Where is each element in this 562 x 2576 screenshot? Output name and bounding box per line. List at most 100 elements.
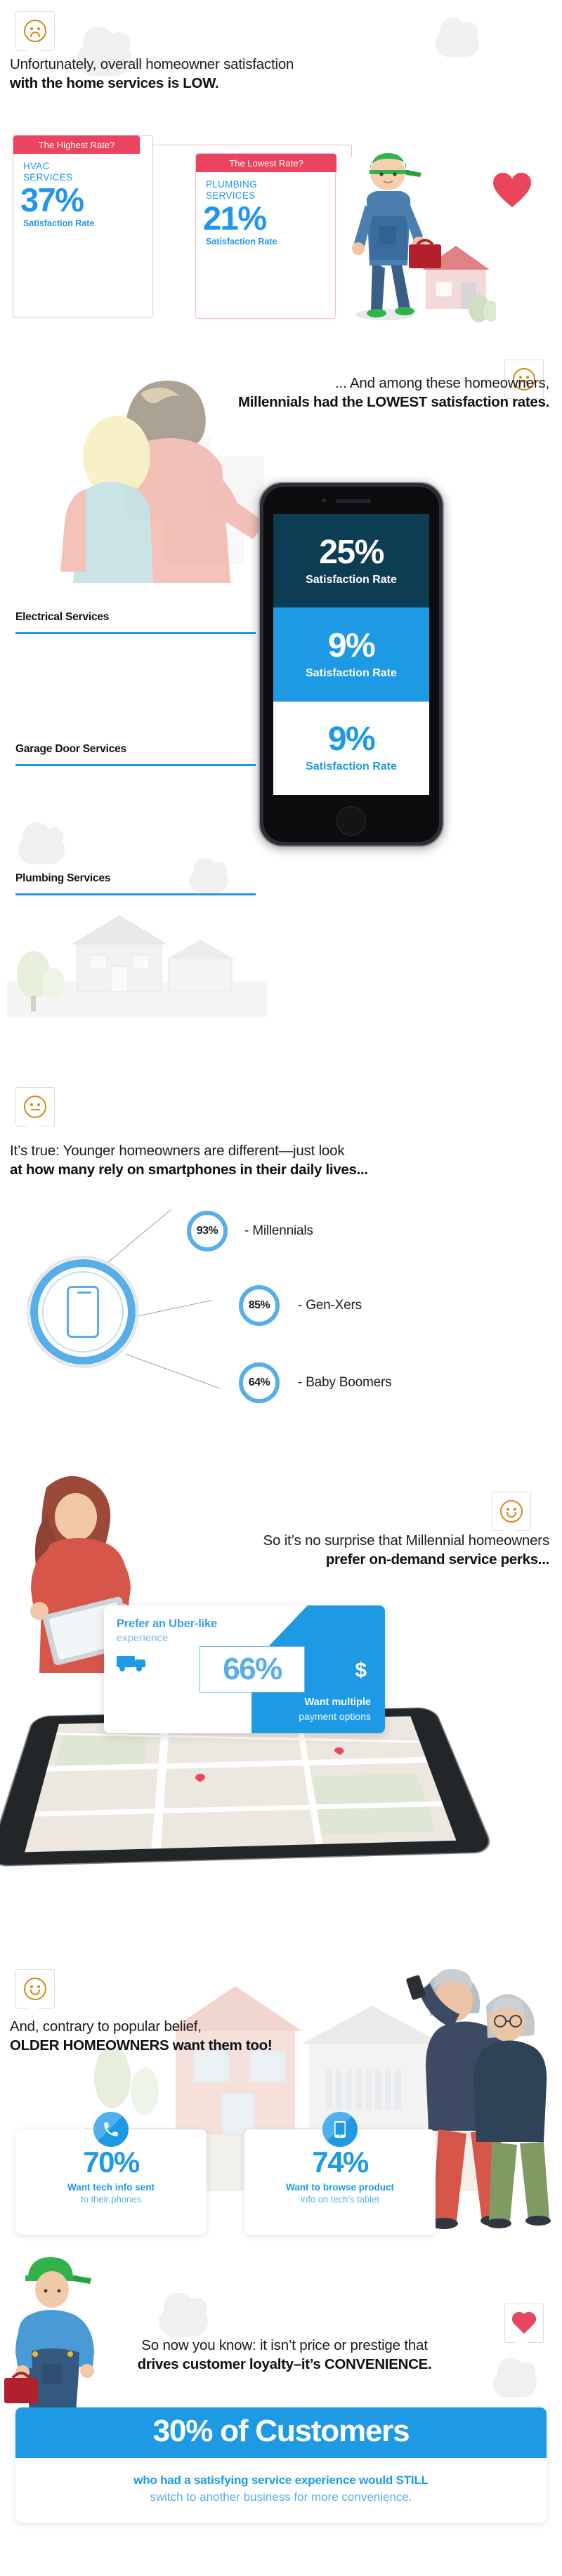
map-pin-icon [332, 1746, 346, 1755]
uber-card-value-box: 66% [200, 1646, 305, 1693]
phone-speaker-icon [336, 499, 371, 503]
cloud-decoration [435, 18, 480, 58]
tech-card-phone-line1: Want tech info sent [67, 2182, 155, 2193]
uber-card-title: Prefer an Uber-like [117, 1617, 217, 1630]
uber-card-value: 66% [223, 1652, 282, 1686]
phone-home-button[interactable] [336, 806, 366, 836]
emoji-badge-frown-1 [15, 11, 55, 56]
uber-like-stat-card: Prefer an Uber-like experience 66% $ Wan… [104, 1605, 385, 1733]
neutral-face-icon [24, 1096, 46, 1118]
bubble-boomers: 64% [239, 1362, 280, 1403]
smartphone-hub-graphic [27, 1256, 139, 1368]
map-park-area [311, 1773, 436, 1835]
service-label-electrical: Electrical Services [15, 611, 110, 623]
frowning-face-icon [24, 20, 46, 42]
infographic-page: Unfortunately, overall homeowner satisfa… [0, 0, 562, 2576]
houses-illustration [7, 915, 267, 1017]
bubble-label-boomers: - Baby Boomers [298, 1375, 392, 1390]
map-road [34, 1801, 444, 1817]
card-connector-drop [351, 145, 352, 157]
service-label-garage: Garage Door Services [15, 743, 126, 755]
tech-card-phone: 70% Want tech info sent to their phones [15, 2112, 207, 2235]
section4-headline: So it’s no surprise that Millennial home… [100, 1531, 550, 1569]
section3-line1: It’s true: Younger homeowners are differ… [10, 1143, 345, 1159]
section1-line2: with the home services is LOW. [10, 75, 219, 92]
phone-stat-plumbing-value: 9% [327, 721, 376, 758]
phone-stat-electrical-value: 25% [319, 533, 384, 571]
service-rule-garage [15, 764, 256, 766]
smiling-face-icon [24, 1978, 46, 2000]
service-rule-electrical [15, 632, 256, 634]
bubble-label-millennials: - Millennials [244, 1223, 313, 1238]
cloud-decoration [492, 2358, 537, 2398]
rate-card-hvac-service: HVAC SERVICES [23, 161, 73, 183]
phone-camera-icon [322, 498, 327, 503]
technician-illustration-2 [4, 2257, 94, 2413]
section6-line2: drives customer loyalty–it’s CONVENIENCE… [137, 2356, 432, 2373]
section5-headline: And, contrary to popular belief, OLDER H… [10, 2017, 459, 2055]
bubble-millennials: 93% [187, 1211, 228, 1251]
map-road [151, 1721, 170, 1849]
service-label-plumbing: Plumbing Services [15, 872, 111, 884]
leader-line-boomers [126, 1354, 221, 1389]
uber-card-want-line2: payment options [299, 1711, 371, 1722]
bubble-genxers: 85% [239, 1285, 280, 1326]
heart-icon [513, 2312, 535, 2334]
map-surface [25, 1716, 457, 1853]
rate-card-plumbing-caption: Satisfaction Rate [206, 237, 277, 247]
section2-line1: ... And among these homeowners, [335, 375, 549, 391]
emoji-badge-smile-2 [15, 1969, 55, 2014]
rate-card-hvac: The Highest Rate? HVAC SERVICES 37% Sati… [13, 135, 153, 317]
section4-line2: prefer on-demand service perks... [325, 1551, 550, 1568]
section1-line1: Unfortunately, overall homeowner satisfa… [10, 56, 294, 72]
tech-card-tablet-line2: info on tech’s tablet [301, 2194, 379, 2204]
final-banner-headline: 30% of Customers [15, 2407, 547, 2458]
final-banner-body-line1: who had a satisfying service experience … [133, 2473, 429, 2487]
rate-card-plumbing-value: 21% [203, 199, 267, 237]
bubble-label-genxers: - Gen-Xers [298, 1298, 362, 1313]
service-rule-plumbing [15, 893, 256, 895]
cloud-decoration [158, 2292, 209, 2337]
smartphone-mockup: 25% Satisfaction Rate 9% Satisfaction Ra… [259, 482, 444, 847]
phone-stat-plumbing: 9% Satisfaction Rate [273, 701, 429, 795]
tech-card-tablet-value: 74% [312, 2145, 369, 2179]
heart-icon [493, 173, 531, 207]
tech-card-phone-value: 70% [83, 2145, 140, 2179]
uber-card-subtitle: experience [117, 1632, 169, 1644]
section5-line1: And, contrary to popular belief, [10, 2018, 202, 2035]
phone-stat-garage: 9% Satisfaction Rate [273, 607, 429, 702]
section4-line1: So it’s no surprise that Millennial home… [263, 1532, 550, 1549]
section6-headline: So now you know: it isn’t price or prest… [42, 2336, 527, 2374]
uber-card-want-line1: Want multiple [304, 1697, 371, 1708]
phone-stat-plumbing-caption: Satisfaction Rate [306, 761, 397, 773]
rate-card-hvac-caption: Satisfaction Rate [23, 218, 95, 228]
smiling-face-icon [500, 1500, 523, 1523]
section2-headline: ... And among these homeowners, Millenni… [128, 374, 549, 412]
tech-card-phone-line2: to their phones [80, 2194, 141, 2204]
rate-card-plumbing-service: PLUMBING SERVICES [206, 179, 257, 201]
tablet-icon [322, 2112, 358, 2147]
dollar-icon: $ [355, 1659, 367, 1682]
phone-call-icon [93, 2112, 129, 2147]
final-stat-banner: 30% of Customers who had a satisfying se… [15, 2407, 547, 2523]
leader-line-genxers [129, 1300, 212, 1318]
phone-stat-garage-caption: Satisfaction Rate [306, 666, 397, 679]
smartphone-icon [67, 1286, 99, 1338]
cloud-decoration [189, 857, 228, 893]
emoji-badge-neutral [15, 1087, 55, 1132]
rate-card-hvac-ribbon: The Highest Rate? [13, 136, 140, 154]
section3-headline: It’s true: Younger homeowners are differ… [10, 1141, 502, 1179]
tech-card-tablet-line1: Want to browse product [286, 2182, 394, 2193]
section6-line1: So now you know: it isn’t price or prest… [141, 2337, 428, 2353]
rate-card-plumbing-ribbon: The Lowest Rate? [196, 154, 336, 172]
phone-stat-garage-value: 9% [327, 626, 376, 664]
tech-card-tablet: 74% Want to browse product info on tech’… [244, 2112, 436, 2235]
truck-icon [117, 1655, 148, 1673]
phone-screen: 25% Satisfaction Rate 9% Satisfaction Ra… [273, 514, 429, 795]
phone-stat-electrical: 25% Satisfaction Rate [273, 514, 429, 608]
rate-card-plumbing: The Lowest Rate? PLUMBING SERVICES 21% S… [195, 153, 336, 319]
rate-card-hvac-value: 37% [20, 181, 84, 218]
section5-line2: OLDER HOMEOWNERS want them too! [10, 2037, 273, 2054]
section2-line2: Millennials had the LOWEST satisfaction … [238, 394, 549, 411]
emoji-badge-smile-1 [492, 1492, 531, 1537]
